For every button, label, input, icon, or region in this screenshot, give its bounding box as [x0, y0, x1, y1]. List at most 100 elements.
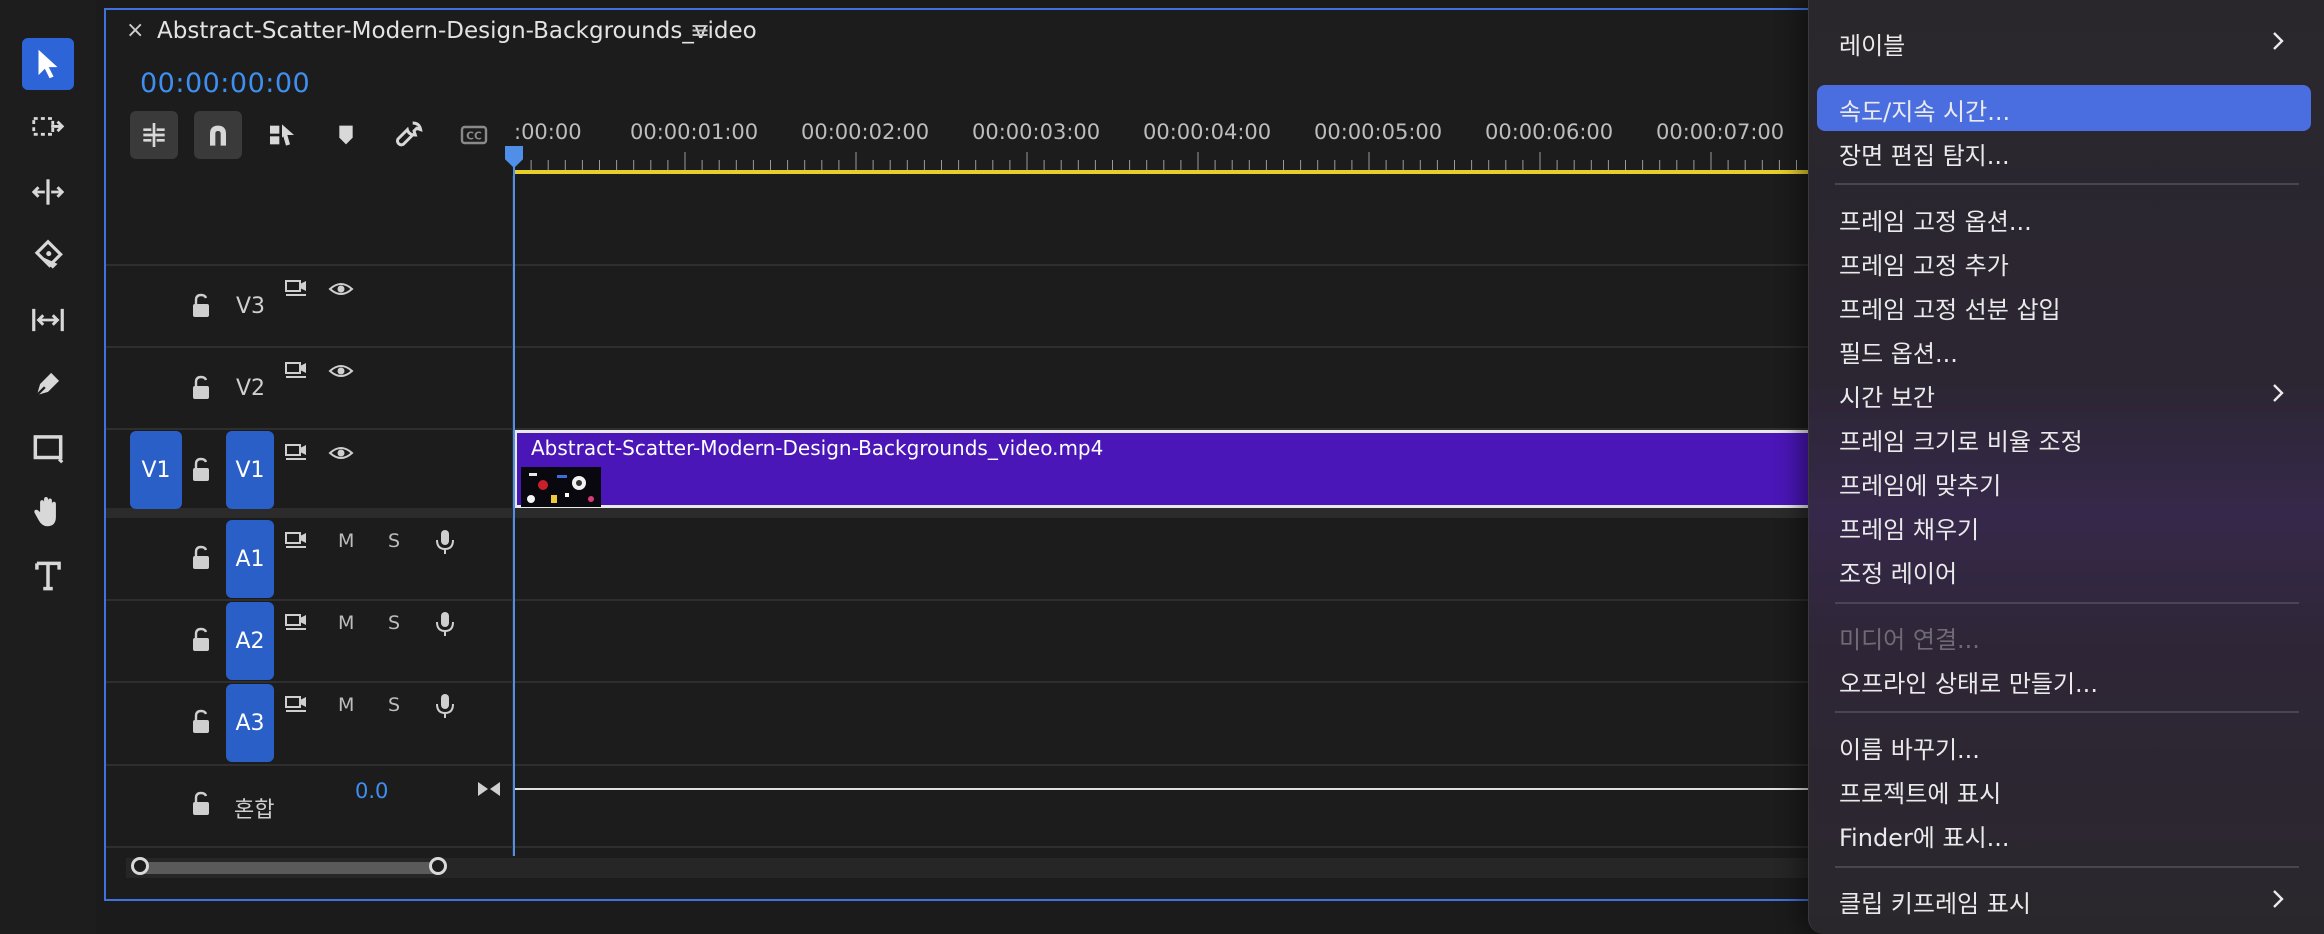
menu-item-label[interactable]: 레이블: [1839, 26, 1905, 61]
menu-separator: [1835, 866, 2299, 868]
solo-button[interactable]: S: [388, 694, 400, 716]
sequence-tab-title[interactable]: Abstract-Scatter-Modern-Design-Backgroun…: [157, 18, 757, 44]
menu-item-fit-frame[interactable]: 프레임에 맞추기: [1839, 466, 2001, 501]
mix-volume-value[interactable]: 0.0: [355, 779, 388, 803]
linked-selection-icon[interactable]: [258, 111, 306, 159]
menu-item-adjustment-layer[interactable]: 조정 레이어: [1839, 554, 1957, 589]
track-header-a2: M S: [106, 600, 512, 680]
menu-item-fill-frame[interactable]: 프레임 채우기: [1839, 510, 1979, 545]
ruler-label: 00:00:04:00: [1143, 120, 1272, 144]
menu-item-insert-frame-hold[interactable]: 프레임 고정 선분 삽입: [1839, 290, 2061, 325]
menu-item-reveal-in-project[interactable]: 프로젝트에 표시: [1839, 774, 2001, 809]
track-divider: [106, 846, 1834, 848]
clip-thumbnail: [521, 467, 601, 507]
zoom-handle-left[interactable]: [131, 857, 149, 875]
selection-tool-icon[interactable]: [22, 38, 74, 90]
submenu-arrow-icon: [2273, 32, 2284, 50]
track-header-a1: M S: [106, 518, 512, 598]
add-marker-icon[interactable]: [322, 111, 370, 159]
captions-icon[interactable]: CC: [450, 111, 498, 159]
submenu-arrow-icon: [2273, 384, 2284, 402]
lock-icon[interactable]: [190, 544, 214, 572]
solo-button[interactable]: S: [388, 612, 400, 634]
go-to-out-icon[interactable]: [476, 778, 502, 800]
type-tool-icon[interactable]: [22, 550, 74, 602]
ruler-label: 00:00:01:00: [630, 120, 759, 144]
menu-item-show-clip-keyframes[interactable]: 클립 키프레임 표시: [1839, 884, 2031, 919]
menu-separator: [1835, 602, 2299, 604]
menu-item-speed-duration[interactable]: 속도/지속 시간...: [1839, 92, 2010, 127]
menu-separator: [1835, 711, 2299, 713]
tools-panel: [0, 0, 96, 934]
time-ruler[interactable]: :00:00 00:00:01:00 00:00:02:00 00:00:03:…: [512, 110, 1834, 176]
track-header-v3: V3: [106, 266, 512, 346]
menu-item-rename[interactable]: 이름 바꾸기...: [1839, 730, 1980, 765]
menu-item-field-options[interactable]: 필드 옵션...: [1839, 334, 1958, 369]
ruler-label: 00:00:03:00: [972, 120, 1101, 144]
mute-button[interactable]: M: [338, 612, 354, 634]
track-select-tool-icon[interactable]: [22, 102, 74, 154]
track-header-mix: 혼합: [106, 766, 512, 846]
ruler-label: 00:00:07:00: [1656, 120, 1785, 144]
submenu-arrow-icon: [2273, 890, 2284, 908]
playhead-timecode[interactable]: 00:00:00:00: [140, 68, 310, 99]
sync-lock-icon[interactable]: [284, 360, 310, 382]
menu-item-reveal-in-finder[interactable]: Finder에 표시...: [1839, 818, 2010, 853]
menu-item-add-frame-hold[interactable]: 프레임 고정 추가: [1839, 246, 2009, 281]
lock-icon[interactable]: [190, 708, 214, 736]
mute-button[interactable]: M: [338, 530, 354, 552]
clip-name: Abstract-Scatter-Modern-Design-Backgroun…: [531, 436, 1104, 460]
sync-lock-icon[interactable]: [284, 530, 310, 552]
menu-item-scene-detect[interactable]: 장면 편집 탐지...: [1839, 136, 2010, 171]
snap-icon[interactable]: [194, 111, 242, 159]
solo-button[interactable]: S: [388, 530, 400, 552]
ripple-edit-tool-icon[interactable]: [22, 166, 74, 218]
sync-lock-icon[interactable]: [284, 278, 310, 300]
zoom-handle-right[interactable]: [429, 857, 447, 875]
svg-text:CC: CC: [466, 130, 482, 143]
track-header-v2: V2: [106, 348, 512, 428]
razor-tool-icon[interactable]: [22, 230, 74, 282]
microphone-icon[interactable]: [432, 692, 458, 720]
ruler-label: 00:00:05:00: [1314, 120, 1443, 144]
menu-item-time-interpolation[interactable]: 시간 보간: [1839, 378, 1935, 413]
sync-lock-icon[interactable]: [284, 442, 310, 464]
track-label-mix: 혼합: [234, 798, 275, 823]
playhead-line[interactable]: [513, 150, 515, 856]
ruler-label: 00:00:06:00: [1485, 120, 1614, 144]
menu-separator: [1835, 183, 2299, 185]
video-clip[interactable]: Abstract-Scatter-Modern-Design-Backgroun…: [514, 430, 1834, 508]
menu-item-make-offline[interactable]: 오프라인 상태로 만들기...: [1839, 664, 2098, 699]
rectangle-tool-icon[interactable]: [22, 422, 74, 474]
lock-icon[interactable]: [190, 626, 214, 654]
scrollbar-thumb[interactable]: [140, 862, 440, 874]
close-tab-icon[interactable]: ×: [126, 18, 144, 43]
lock-icon[interactable]: [190, 456, 214, 484]
track-header-v1: [106, 430, 512, 510]
menu-item-link-media: 미디어 연결...: [1839, 626, 1980, 654]
lock-icon[interactable]: [190, 292, 214, 320]
nest-sequence-icon[interactable]: [130, 111, 178, 159]
hand-tool-icon[interactable]: [22, 486, 74, 538]
settings-wrench-icon[interactable]: [386, 111, 434, 159]
eye-icon[interactable]: [328, 278, 354, 300]
menu-item-frame-hold-options[interactable]: 프레임 고정 옵션...: [1839, 202, 2032, 237]
ruler-label: 00:00:02:00: [801, 120, 930, 144]
sync-lock-icon[interactable]: [284, 612, 310, 634]
slip-tool-icon[interactable]: [22, 294, 74, 346]
track-label-v2: V2: [236, 376, 266, 401]
microphone-icon[interactable]: [432, 528, 458, 556]
context-menu: 레이블 속도/지속 시간... 장면 편집 탐지... 프레임 고정 옵션...…: [1808, 0, 2324, 934]
mix-volume-line[interactable]: [514, 788, 1834, 790]
sync-lock-icon[interactable]: [284, 694, 310, 716]
pen-tool-icon[interactable]: [22, 358, 74, 410]
microphone-icon[interactable]: [432, 610, 458, 638]
mute-button[interactable]: M: [338, 694, 354, 716]
eye-icon[interactable]: [328, 442, 354, 464]
lock-icon[interactable]: [190, 374, 214, 402]
eye-icon[interactable]: [328, 360, 354, 382]
panel-menu-icon[interactable]: ≡: [690, 16, 710, 44]
work-area-bar[interactable]: [514, 170, 1834, 174]
lock-icon[interactable]: [190, 790, 214, 818]
menu-item-scale-to-frame[interactable]: 프레임 크기로 비율 조정: [1839, 422, 2083, 457]
